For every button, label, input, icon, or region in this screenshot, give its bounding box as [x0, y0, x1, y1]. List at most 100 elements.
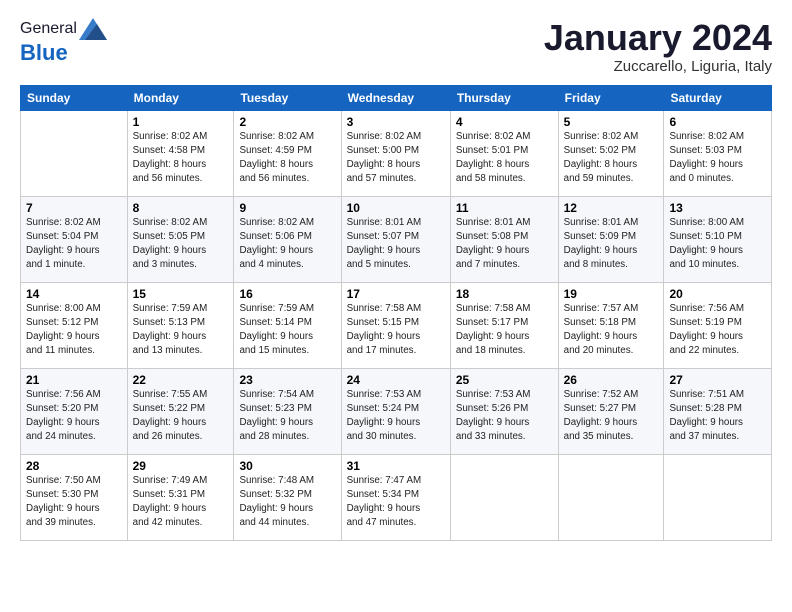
day-number: 15 — [133, 287, 229, 301]
day-info: Sunrise: 8:01 AMSunset: 5:09 PMDaylight:… — [564, 216, 659, 273]
day-info: Sunrise: 7:52 AMSunset: 5:27 PMDaylight:… — [564, 388, 659, 445]
table-row: 31Sunrise: 7:47 AMSunset: 5:34 PMDayligh… — [341, 454, 450, 540]
day-info: Sunrise: 7:56 AMSunset: 5:20 PMDaylight:… — [26, 388, 122, 445]
day-info: Sunrise: 7:59 AMSunset: 5:13 PMDaylight:… — [133, 302, 229, 359]
table-row: 4Sunrise: 8:02 AMSunset: 5:01 PMDaylight… — [450, 110, 558, 196]
table-row: 26Sunrise: 7:52 AMSunset: 5:27 PMDayligh… — [558, 368, 664, 454]
day-number: 23 — [239, 373, 335, 387]
day-number: 3 — [347, 115, 445, 129]
table-row: 29Sunrise: 7:49 AMSunset: 5:31 PMDayligh… — [127, 454, 234, 540]
day-info: Sunrise: 8:00 AMSunset: 5:12 PMDaylight:… — [26, 302, 122, 359]
table-row: 27Sunrise: 7:51 AMSunset: 5:28 PMDayligh… — [664, 368, 772, 454]
day-info: Sunrise: 8:02 AMSunset: 5:01 PMDaylight:… — [456, 130, 553, 187]
day-info: Sunrise: 7:49 AMSunset: 5:31 PMDaylight:… — [133, 474, 229, 531]
day-info: Sunrise: 8:00 AMSunset: 5:10 PMDaylight:… — [669, 216, 766, 273]
day-info: Sunrise: 7:56 AMSunset: 5:19 PMDaylight:… — [669, 302, 766, 359]
day-info: Sunrise: 8:02 AMSunset: 4:58 PMDaylight:… — [133, 130, 229, 187]
day-info: Sunrise: 7:55 AMSunset: 5:22 PMDaylight:… — [133, 388, 229, 445]
day-number: 22 — [133, 373, 229, 387]
table-row: 12Sunrise: 8:01 AMSunset: 5:09 PMDayligh… — [558, 196, 664, 282]
day-number: 10 — [347, 201, 445, 215]
table-row: 10Sunrise: 8:01 AMSunset: 5:07 PMDayligh… — [341, 196, 450, 282]
day-info: Sunrise: 7:57 AMSunset: 5:18 PMDaylight:… — [564, 302, 659, 359]
day-number: 18 — [456, 287, 553, 301]
header-thursday: Thursday — [450, 85, 558, 110]
day-info: Sunrise: 8:02 AMSunset: 5:04 PMDaylight:… — [26, 216, 122, 273]
table-row: 24Sunrise: 7:53 AMSunset: 5:24 PMDayligh… — [341, 368, 450, 454]
table-row: 17Sunrise: 7:58 AMSunset: 5:15 PMDayligh… — [341, 282, 450, 368]
header-sunday: Sunday — [21, 85, 128, 110]
day-info: Sunrise: 7:58 AMSunset: 5:15 PMDaylight:… — [347, 302, 445, 359]
table-row — [21, 110, 128, 196]
day-number: 2 — [239, 115, 335, 129]
table-row — [664, 454, 772, 540]
table-row: 14Sunrise: 8:00 AMSunset: 5:12 PMDayligh… — [21, 282, 128, 368]
table-row: 9Sunrise: 8:02 AMSunset: 5:06 PMDaylight… — [234, 196, 341, 282]
header-wednesday: Wednesday — [341, 85, 450, 110]
day-info: Sunrise: 8:02 AMSunset: 4:59 PMDaylight:… — [239, 130, 335, 187]
logo-icon — [79, 18, 107, 40]
header-tuesday: Tuesday — [234, 85, 341, 110]
day-number: 25 — [456, 373, 553, 387]
day-info: Sunrise: 7:53 AMSunset: 5:26 PMDaylight:… — [456, 388, 553, 445]
table-row: 30Sunrise: 7:48 AMSunset: 5:32 PMDayligh… — [234, 454, 341, 540]
day-number: 26 — [564, 373, 659, 387]
calendar-week-row: 1Sunrise: 8:02 AMSunset: 4:58 PMDaylight… — [21, 110, 772, 196]
day-number: 4 — [456, 115, 553, 129]
day-number: 29 — [133, 459, 229, 473]
day-header-row: Sunday Monday Tuesday Wednesday Thursday… — [21, 85, 772, 110]
calendar-week-row: 21Sunrise: 7:56 AMSunset: 5:20 PMDayligh… — [21, 368, 772, 454]
day-number: 9 — [239, 201, 335, 215]
day-number: 20 — [669, 287, 766, 301]
calendar-week-row: 14Sunrise: 8:00 AMSunset: 5:12 PMDayligh… — [21, 282, 772, 368]
day-info: Sunrise: 8:02 AMSunset: 5:05 PMDaylight:… — [133, 216, 229, 273]
day-number: 31 — [347, 459, 445, 473]
day-info: Sunrise: 7:50 AMSunset: 5:30 PMDaylight:… — [26, 474, 122, 531]
location: Zuccarello, Liguria, Italy — [544, 58, 772, 75]
table-row: 19Sunrise: 7:57 AMSunset: 5:18 PMDayligh… — [558, 282, 664, 368]
day-info: Sunrise: 8:02 AMSunset: 5:06 PMDaylight:… — [239, 216, 335, 273]
title-block: January 2024 Zuccarello, Liguria, Italy — [544, 18, 772, 75]
header-friday: Friday — [558, 85, 664, 110]
month-title: January 2024 — [544, 18, 772, 58]
day-info: Sunrise: 8:01 AMSunset: 5:08 PMDaylight:… — [456, 216, 553, 273]
day-number: 7 — [26, 201, 122, 215]
day-number: 27 — [669, 373, 766, 387]
table-row: 18Sunrise: 7:58 AMSunset: 5:17 PMDayligh… — [450, 282, 558, 368]
table-row: 1Sunrise: 8:02 AMSunset: 4:58 PMDaylight… — [127, 110, 234, 196]
table-row: 22Sunrise: 7:55 AMSunset: 5:22 PMDayligh… — [127, 368, 234, 454]
table-row: 2Sunrise: 8:02 AMSunset: 4:59 PMDaylight… — [234, 110, 341, 196]
table-row — [450, 454, 558, 540]
day-info: Sunrise: 7:48 AMSunset: 5:32 PMDaylight:… — [239, 474, 335, 531]
table-row: 3Sunrise: 8:02 AMSunset: 5:00 PMDaylight… — [341, 110, 450, 196]
day-number: 24 — [347, 373, 445, 387]
table-row: 21Sunrise: 7:56 AMSunset: 5:20 PMDayligh… — [21, 368, 128, 454]
day-info: Sunrise: 7:47 AMSunset: 5:34 PMDaylight:… — [347, 474, 445, 531]
table-row — [558, 454, 664, 540]
day-number: 14 — [26, 287, 122, 301]
day-info: Sunrise: 8:02 AMSunset: 5:00 PMDaylight:… — [347, 130, 445, 187]
calendar-week-row: 7Sunrise: 8:02 AMSunset: 5:04 PMDaylight… — [21, 196, 772, 282]
day-info: Sunrise: 8:01 AMSunset: 5:07 PMDaylight:… — [347, 216, 445, 273]
day-info: Sunrise: 7:53 AMSunset: 5:24 PMDaylight:… — [347, 388, 445, 445]
table-row: 7Sunrise: 8:02 AMSunset: 5:04 PMDaylight… — [21, 196, 128, 282]
day-info: Sunrise: 8:02 AMSunset: 5:03 PMDaylight:… — [669, 130, 766, 187]
table-row: 5Sunrise: 8:02 AMSunset: 5:02 PMDaylight… — [558, 110, 664, 196]
page-header: General Blue January 2024 Zuccarello, Li… — [20, 18, 772, 75]
table-row: 23Sunrise: 7:54 AMSunset: 5:23 PMDayligh… — [234, 368, 341, 454]
table-row: 28Sunrise: 7:50 AMSunset: 5:30 PMDayligh… — [21, 454, 128, 540]
table-row: 11Sunrise: 8:01 AMSunset: 5:08 PMDayligh… — [450, 196, 558, 282]
day-number: 11 — [456, 201, 553, 215]
day-number: 13 — [669, 201, 766, 215]
table-row: 8Sunrise: 8:02 AMSunset: 5:05 PMDaylight… — [127, 196, 234, 282]
table-row: 25Sunrise: 7:53 AMSunset: 5:26 PMDayligh… — [450, 368, 558, 454]
day-number: 6 — [669, 115, 766, 129]
table-row: 16Sunrise: 7:59 AMSunset: 5:14 PMDayligh… — [234, 282, 341, 368]
calendar-table: Sunday Monday Tuesday Wednesday Thursday… — [20, 85, 772, 541]
day-info: Sunrise: 7:59 AMSunset: 5:14 PMDaylight:… — [239, 302, 335, 359]
day-number: 21 — [26, 373, 122, 387]
day-number: 8 — [133, 201, 229, 215]
day-info: Sunrise: 8:02 AMSunset: 5:02 PMDaylight:… — [564, 130, 659, 187]
day-info: Sunrise: 7:58 AMSunset: 5:17 PMDaylight:… — [456, 302, 553, 359]
day-number: 30 — [239, 459, 335, 473]
